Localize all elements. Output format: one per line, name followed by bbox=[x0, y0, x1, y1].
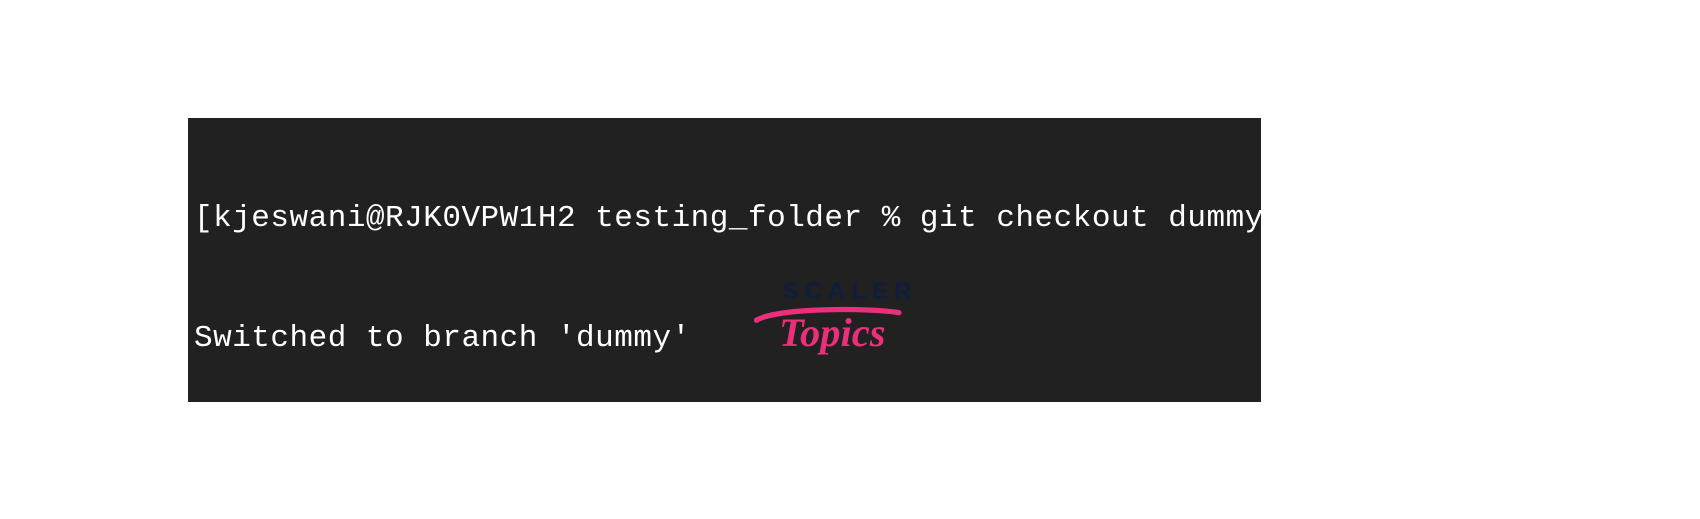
terminal-line: [kjeswani@RJK0VPW1H2 testing_folder % gi… bbox=[194, 199, 1255, 239]
terminal-line: Switched to branch 'dummy' bbox=[194, 319, 1255, 359]
topics-script-icon: Topics bbox=[749, 298, 929, 368]
topics-text: Topics bbox=[779, 310, 886, 355]
scaler-topics-logo: SCALER Topics bbox=[771, 280, 929, 373]
logo-secondary-text: Topics bbox=[749, 298, 929, 373]
terminal-output: [kjeswani@RJK0VPW1H2 testing_folder % gi… bbox=[188, 118, 1261, 402]
